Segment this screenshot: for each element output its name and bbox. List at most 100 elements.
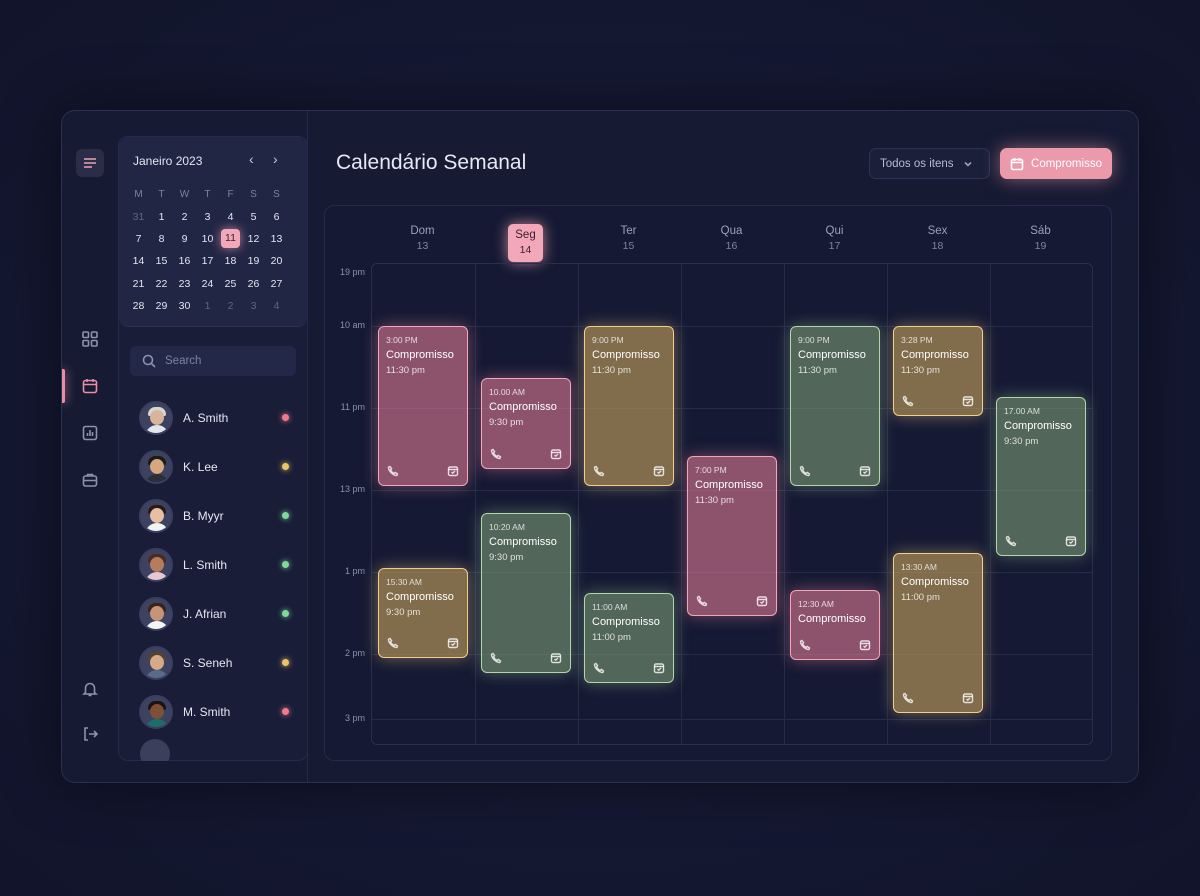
calendar-day[interactable]: 17 — [196, 255, 219, 267]
calendar-day[interactable]: 30 — [173, 300, 196, 312]
calendar-check-icon[interactable] — [962, 692, 974, 704]
contact-item[interactable]: S. Seneh — [139, 638, 299, 687]
day-header-4[interactable]: Qui 17 — [783, 224, 886, 254]
day-header-1[interactable]: Seg 14 — [474, 224, 577, 262]
calendar-button[interactable] — [76, 372, 104, 400]
calendar-check-icon[interactable] — [653, 662, 665, 674]
appointment-card[interactable]: 13:30 AM Compromisso 11:00 pm — [893, 553, 983, 714]
calendar-check-icon[interactable] — [756, 595, 768, 607]
phone-icon[interactable] — [902, 692, 914, 704]
phone-icon[interactable] — [387, 465, 399, 477]
calendar-day[interactable]: 25 — [219, 278, 242, 290]
contact-item[interactable]: B. Myyr — [139, 491, 299, 540]
briefcase-button[interactable] — [76, 466, 104, 494]
appointment-card[interactable]: 10:20 AM Compromisso 9:30 pm — [481, 512, 571, 673]
calendar-day[interactable]: 2 — [173, 211, 196, 223]
day-header-0[interactable]: Dom 13 — [371, 224, 474, 254]
appointment-card[interactable]: 9:00 PM Compromisso 11:30 pm — [584, 326, 674, 486]
day-header-5[interactable]: Sex 18 — [886, 224, 989, 254]
status-dot — [282, 610, 289, 617]
calendar-day[interactable]: 23 — [173, 278, 196, 290]
new-appointment-button[interactable]: Compromisso — [1000, 148, 1112, 179]
phone-icon[interactable] — [902, 395, 914, 407]
appointment-card[interactable]: 12:30 AM Compromisso — [790, 590, 880, 660]
appointment-card[interactable]: 10.00 AM Compromisso 9:30 pm — [481, 378, 571, 469]
calendar-check-icon[interactable] — [1065, 535, 1077, 547]
appointment-card[interactable]: 15:30 AM Compromisso 9:30 pm — [378, 567, 468, 659]
calendar-day[interactable]: 19 — [242, 255, 265, 267]
calendar-day[interactable]: 4 — [219, 211, 242, 223]
search-box[interactable] — [130, 346, 296, 376]
calendar-day[interactable]: 4 — [265, 300, 288, 312]
calendar-check-icon[interactable] — [962, 395, 974, 407]
calendar-day[interactable]: 1 — [150, 211, 173, 223]
phone-icon[interactable] — [593, 465, 605, 477]
contact-item[interactable]: L. Smith — [139, 540, 299, 589]
calendar-day[interactable]: 6 — [265, 211, 288, 223]
contact-item[interactable]: J. Afrian — [139, 589, 299, 638]
next-month-button[interactable]: › — [273, 151, 278, 167]
phone-icon[interactable] — [696, 595, 708, 607]
calendar-day[interactable]: 3 — [196, 211, 219, 223]
calendar-day[interactable]: 10 — [196, 233, 219, 245]
phone-icon[interactable] — [1005, 535, 1017, 547]
calendar-day[interactable]: 12 — [242, 233, 265, 245]
calendar-check-icon[interactable] — [447, 465, 459, 477]
filter-dropdown[interactable]: Todos os itens — [869, 148, 990, 179]
day-header-6[interactable]: Sáb 19 — [989, 224, 1092, 254]
appointment-card[interactable]: 17.00 AM Compromisso 9:30 pm — [996, 396, 1086, 557]
calendar-day[interactable]: 5 — [242, 211, 265, 223]
calendar-day[interactable]: 2 — [219, 300, 242, 312]
notifications-button[interactable] — [76, 675, 104, 703]
contact-item[interactable]: M. Smith — [139, 687, 299, 736]
calendar-day[interactable]: 29 — [150, 300, 173, 312]
prev-month-button[interactable]: ‹ — [249, 151, 254, 167]
grid-view-button[interactable] — [76, 325, 104, 353]
calendar-check-icon[interactable] — [447, 637, 459, 649]
calendar-day[interactable]: 31 — [127, 211, 150, 223]
phone-icon[interactable] — [387, 637, 399, 649]
day-header-3[interactable]: Qua 16 — [680, 224, 783, 254]
calendar-day[interactable]: 26 — [242, 278, 265, 290]
appointment-card[interactable]: 7:00 PM Compromisso 11:30 pm — [687, 456, 777, 617]
contact-item[interactable]: A. Smith — [139, 393, 299, 442]
calendar-day[interactable]: 1 — [196, 300, 219, 312]
calendar-day[interactable]: 9 — [173, 233, 196, 245]
phone-icon[interactable] — [799, 465, 811, 477]
calendar-day[interactable]: 27 — [265, 278, 288, 290]
calendar-day[interactable]: 8 — [150, 233, 173, 245]
calendar-check-icon[interactable] — [550, 448, 562, 460]
appointment-card[interactable]: 3:00 PM Compromisso 11:30 pm — [378, 326, 468, 486]
calendar-check-icon[interactable] — [653, 465, 665, 477]
calendar-check-icon[interactable] — [859, 639, 871, 651]
calendar-day[interactable]: 16 — [173, 255, 196, 267]
phone-icon[interactable] — [490, 448, 502, 460]
calendar-day-text: 28 — [132, 300, 145, 313]
contact-item[interactable]: K. Lee — [139, 442, 299, 491]
phone-icon[interactable] — [490, 652, 502, 664]
calendar-day[interactable]: 24 — [196, 278, 219, 290]
calendar-day[interactable]: 18 — [219, 255, 242, 267]
logout-button[interactable] — [76, 720, 104, 748]
appointment-card[interactable]: 9:00 PM Compromisso 11:30 pm — [790, 326, 880, 486]
stats-button[interactable] — [76, 419, 104, 447]
calendar-day[interactable]: 15 — [150, 255, 173, 267]
day-header-2[interactable]: Ter 15 — [577, 224, 680, 254]
calendar-day[interactable]: 21 — [127, 278, 150, 290]
selected-day[interactable]: 11 — [219, 229, 242, 249]
calendar-day[interactable]: 22 — [150, 278, 173, 290]
appointment-card[interactable]: 3:28 PM Compromisso 11:30 pm — [893, 326, 983, 417]
calendar-day[interactable]: 3 — [242, 300, 265, 312]
calendar-day[interactable]: 7 — [127, 233, 150, 245]
calendar-day[interactable]: 28 — [127, 300, 150, 312]
search-input[interactable] — [165, 355, 285, 367]
calendar-day[interactable]: 14 — [127, 255, 150, 267]
phone-icon[interactable] — [593, 662, 605, 674]
calendar-check-icon[interactable] — [859, 465, 871, 477]
calendar-check-icon[interactable] — [550, 652, 562, 664]
calendar-day[interactable]: 13 — [265, 233, 288, 245]
calendar-day[interactable]: 20 — [265, 255, 288, 267]
menu-button[interactable] — [76, 149, 104, 177]
phone-icon[interactable] — [799, 639, 811, 651]
appointment-card[interactable]: 11:00 AM Compromisso 11:00 pm — [584, 592, 674, 683]
